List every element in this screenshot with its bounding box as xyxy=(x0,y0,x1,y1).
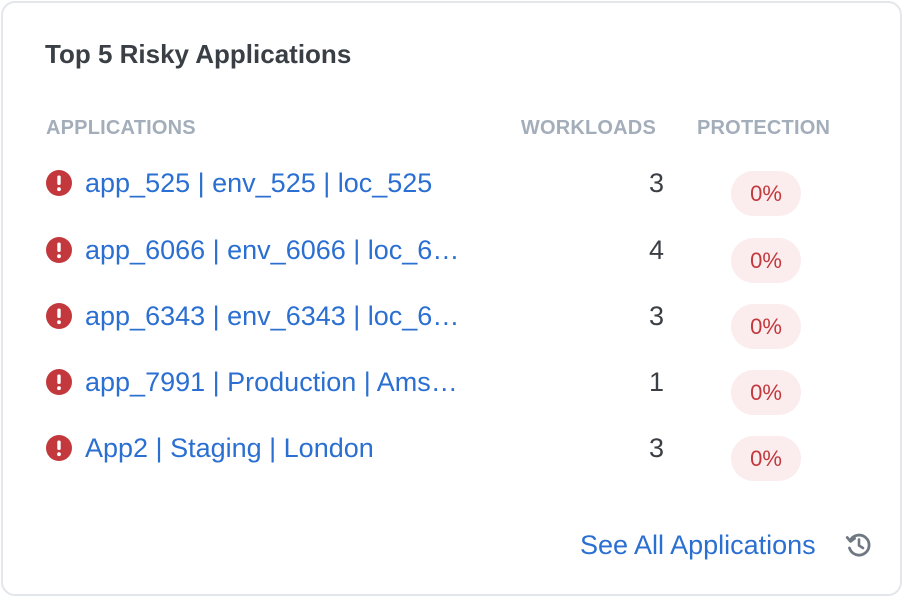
column-header-protection: PROTECTION xyxy=(697,117,831,139)
workloads-count: 3 xyxy=(648,301,664,331)
protection-badge: 0% xyxy=(731,304,801,349)
column-header-applications: APPLICATIONS xyxy=(46,117,196,139)
protection-badge: 0% xyxy=(731,370,801,415)
alert-circle-icon xyxy=(46,369,72,395)
application-link[interactable]: app_525 | env_525 | loc_525 xyxy=(85,168,465,199)
table-row: app_6066 | env_6066 | loc_6066 4 0% xyxy=(3,224,904,283)
alert-circle-icon xyxy=(46,237,72,263)
application-link[interactable]: app_6343 | env_6343 | loc_6343 xyxy=(85,301,465,332)
alert-circle-icon xyxy=(46,435,72,461)
protection-badge: 0% xyxy=(731,436,801,481)
card-title: Top 5 Risky Applications xyxy=(45,39,352,69)
alert-circle-icon xyxy=(46,170,72,196)
table-row: app_7991 | Production | Amsterdam 1 0% xyxy=(3,356,904,415)
application-link[interactable]: App2 | Staging | London xyxy=(85,433,465,464)
workloads-count: 4 xyxy=(648,235,664,265)
alert-circle-icon xyxy=(46,303,72,329)
workloads-count: 3 xyxy=(648,168,664,198)
table-row: app_525 | env_525 | loc_525 3 0% xyxy=(3,157,904,216)
application-link[interactable]: app_7991 | Production | Amsterdam xyxy=(85,367,465,398)
protection-badge: 0% xyxy=(731,238,801,283)
workloads-count: 3 xyxy=(648,433,664,463)
workloads-count: 1 xyxy=(648,367,664,397)
table-row: app_6343 | env_6343 | loc_6343 3 0% xyxy=(3,290,904,349)
column-header-workloads: WORKLOADS xyxy=(520,117,656,139)
risky-applications-card: Top 5 Risky Applications APPLICATIONS WO… xyxy=(1,1,902,596)
application-link[interactable]: app_6066 | env_6066 | loc_6066 xyxy=(85,235,465,266)
table-row: App2 | Staging | London 3 0% xyxy=(3,422,904,481)
see-all-applications-link[interactable]: See All Applications xyxy=(580,530,816,561)
history-icon[interactable] xyxy=(845,531,873,559)
protection-badge: 0% xyxy=(731,171,801,216)
